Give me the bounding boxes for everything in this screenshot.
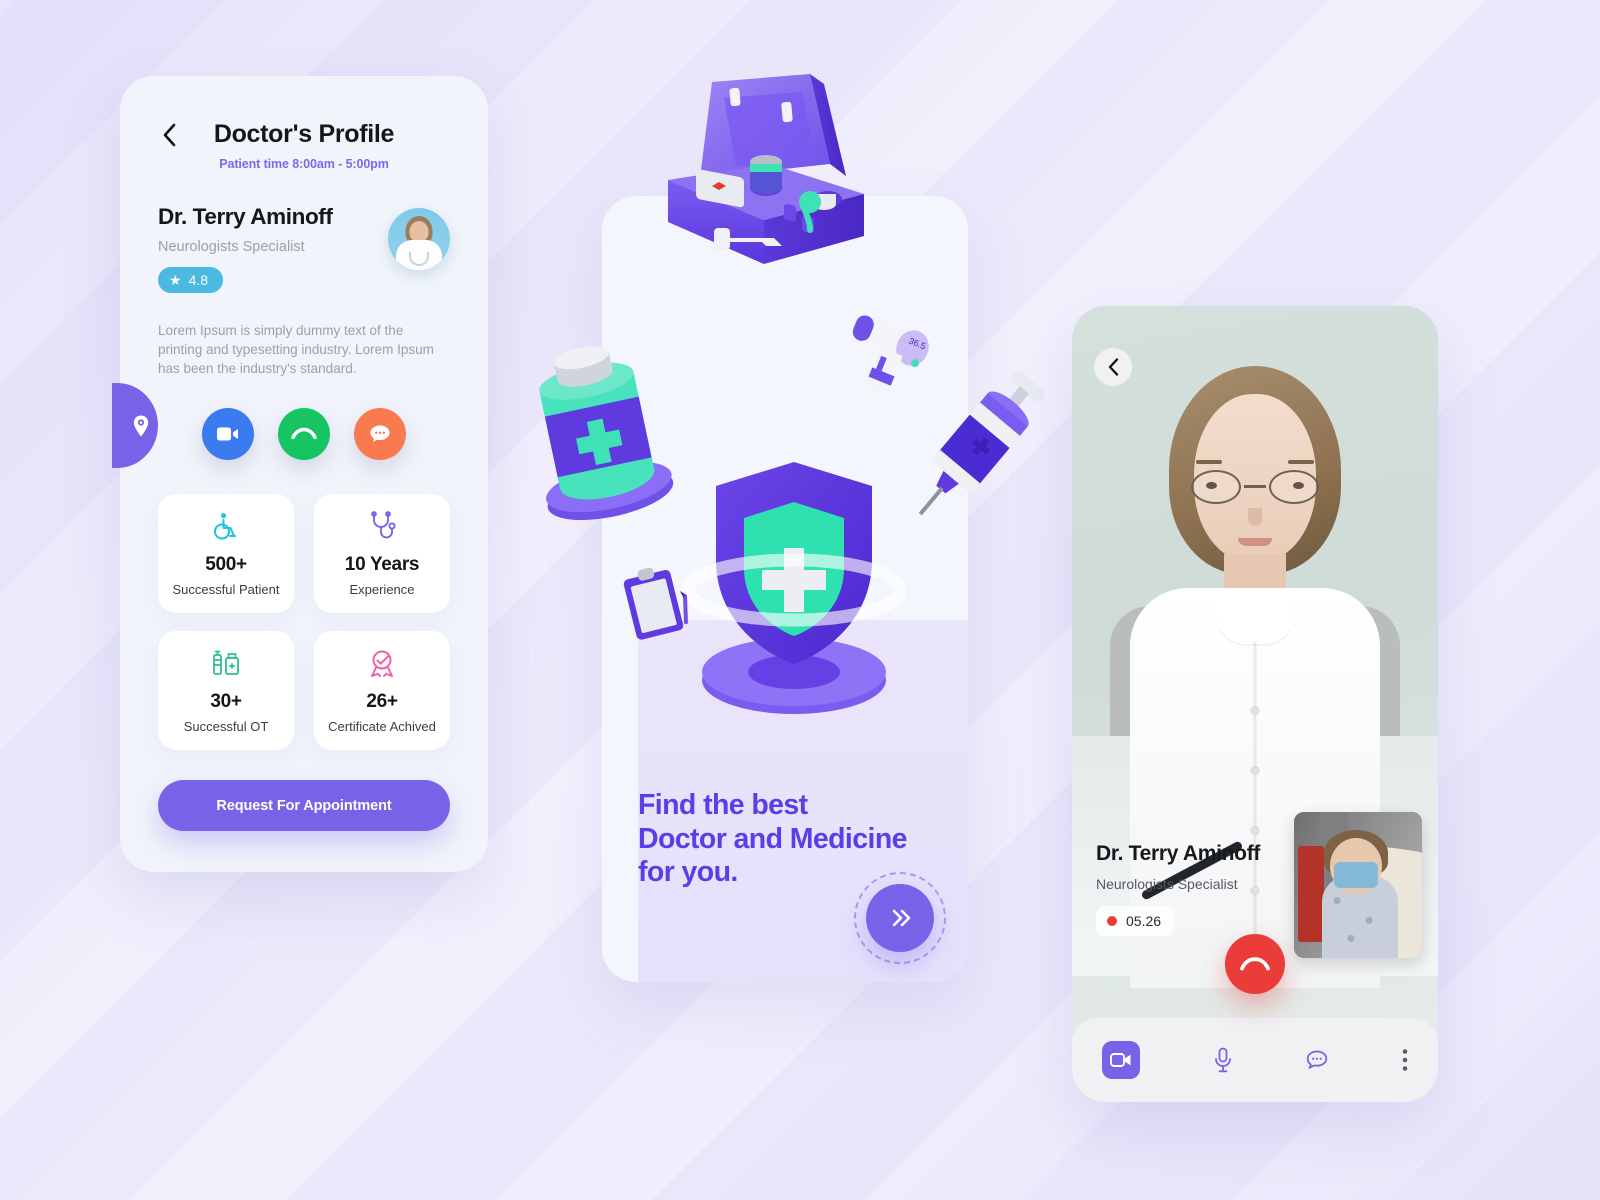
call-timer: 05.26 [1096, 906, 1176, 936]
stat-value: 30+ [210, 691, 242, 713]
stat-value: 500+ [205, 554, 247, 576]
profile-header: Doctor's Profile Patient time 8:00am - 5… [158, 76, 450, 171]
stats-grid: 500+ Successful Patient 10 Years Experie… [158, 494, 450, 751]
request-appointment-button[interactable]: Request For Appointment [158, 780, 450, 832]
stat-label: Successful OT [183, 719, 269, 735]
phone-icon [291, 428, 317, 440]
call-info: Dr. Terry Aminoff Neurologists Specialis… [1096, 842, 1260, 936]
stat-label: Successful Patient [172, 582, 280, 598]
rating-value: 4.8 [188, 272, 209, 288]
phone-hangup-icon [1240, 957, 1270, 971]
stat-value: 26+ [366, 691, 398, 713]
stat-card-experience[interactable]: 10 Years Experience [314, 494, 450, 614]
doctor-name: Dr. Terry Aminoff [1096, 842, 1261, 865]
onboarding-screen: Find the best Doctor and Medicine for yo… [602, 196, 968, 982]
chevron-left-icon[interactable] [158, 122, 180, 148]
doctor-description: Lorem Ipsum is simply dummy text of the … [158, 323, 434, 377]
location-pin-icon [133, 415, 149, 436]
doctor-summary: Dr. Terry Aminoff Neurologists Specialis… [158, 204, 450, 293]
heading-line-1: Find the best [638, 789, 808, 822]
chat-bubble-icon [1307, 1050, 1328, 1070]
record-dot-icon [1107, 916, 1117, 926]
stat-label: Experience [349, 582, 415, 598]
toggle-mic-button[interactable] [1213, 1047, 1233, 1073]
wheelchair-icon [210, 510, 242, 544]
doctor-name: Dr. Terry Aminoff [158, 204, 333, 229]
doctor-avatar [388, 208, 450, 270]
page-title: Doctor's Profile [213, 120, 395, 148]
stat-card-successful-patient[interactable]: 500+ Successful Patient [158, 494, 294, 614]
syringe-medicine-icon [210, 647, 242, 681]
doctor-profile-screen: Doctor's Profile Patient time 8:00am - 5… [120, 76, 488, 872]
stat-value: 10 Years [344, 554, 420, 576]
microphone-icon [1214, 1047, 1231, 1073]
patient-time-label: Patient time 8:00am - 5:00pm [219, 157, 389, 171]
stat-card-certificate[interactable]: 26+ Certificate Achived [314, 631, 450, 751]
onboarding-heading: Find the best Doctor and Medicine for yo… [638, 789, 938, 890]
video-camera-icon [1110, 1053, 1131, 1067]
end-call-button[interactable] [1225, 934, 1285, 994]
open-chat-button[interactable] [1305, 1049, 1329, 1071]
stethoscope-icon [367, 510, 397, 544]
double-chevron-right-icon [892, 909, 911, 927]
stat-label: Certificate Achived [328, 719, 436, 735]
doctor-role: Neurologists Specialist [1096, 876, 1238, 892]
chevron-left-icon[interactable] [1094, 348, 1132, 386]
toggle-video-button[interactable] [1102, 1041, 1140, 1079]
kebab-menu-icon [1402, 1049, 1408, 1071]
contact-actions [158, 408, 450, 461]
video-call-button[interactable] [202, 408, 254, 461]
chat-button[interactable] [354, 408, 406, 461]
stat-card-successful-ot[interactable]: 30+ Successful OT [158, 631, 294, 751]
video-call-screen: Dr. Terry Aminoff Neurologists Specialis… [1072, 306, 1438, 1102]
rating-badge[interactable]: ★ 4.8 [158, 267, 224, 293]
video-camera-icon [217, 427, 238, 441]
chat-bubble-icon [370, 425, 390, 443]
patient-self-view[interactable] [1294, 812, 1422, 958]
voice-call-button[interactable] [278, 408, 330, 461]
heading-line-2: Doctor and Medicine [638, 822, 907, 855]
glasses [1191, 470, 1319, 504]
certificate-badge-icon [366, 647, 398, 681]
call-control-bar [1072, 1018, 1438, 1102]
star-icon: ★ [169, 272, 182, 288]
face-mask-icon [1334, 862, 1378, 888]
more-options-button[interactable] [1402, 1048, 1408, 1072]
next-button[interactable] [866, 884, 934, 952]
doctor-role: Neurologists Specialist [158, 239, 305, 255]
call-duration: 05.26 [1126, 913, 1162, 929]
